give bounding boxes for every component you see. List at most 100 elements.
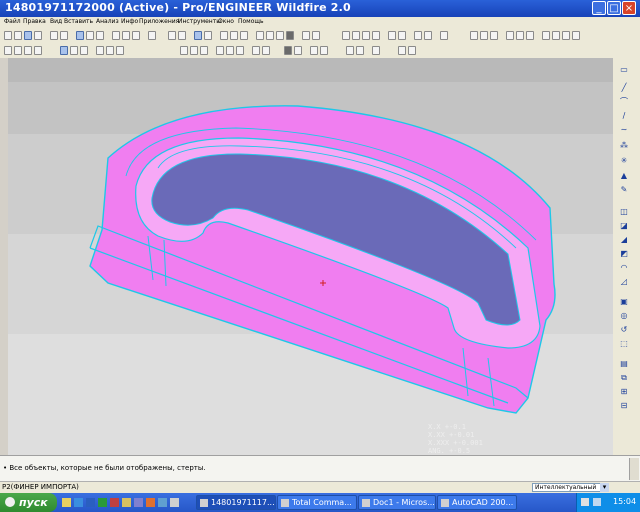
new-file-icon[interactable] [4, 31, 12, 40]
extrude-icon[interactable] [60, 46, 68, 55]
family-table-icon[interactable] [294, 46, 302, 55]
start-button[interactable]: пуск [0, 493, 57, 512]
explorer-icon[interactable] [122, 498, 131, 507]
blend-icon[interactable] [96, 46, 104, 55]
redo-icon[interactable] [60, 31, 68, 40]
mirror-tool-icon[interactable]: ⧉ [618, 372, 630, 383]
maximize-button[interactable]: □ [607, 1, 621, 15]
circle-tool-icon[interactable] [34, 46, 42, 55]
copy-icon[interactable] [86, 31, 94, 40]
menu-info[interactable]: Инфо [121, 18, 138, 25]
revolve-icon[interactable] [70, 46, 78, 55]
part-model[interactable] [8, 58, 613, 455]
saved-views-icon[interactable] [204, 31, 212, 40]
trim-icon[interactable] [262, 46, 270, 55]
rib-tool-icon[interactable]: ◢ [618, 234, 630, 245]
zoom-out-icon[interactable] [230, 31, 238, 40]
sketch-icon[interactable] [4, 46, 12, 55]
model-player-icon[interactable] [398, 46, 406, 55]
excel-icon[interactable] [98, 498, 107, 507]
datum-curve-icon[interactable]: ⌒ [618, 96, 630, 107]
datum-axis-icon[interactable]: ╱ [618, 82, 630, 93]
zoom-in-icon[interactable] [220, 31, 228, 40]
right-view-icon[interactable] [526, 31, 534, 40]
app-icon[interactable] [146, 498, 155, 507]
pan-icon[interactable] [490, 31, 498, 40]
task-proengineer[interactable]: 14801971117... [196, 495, 276, 510]
print-icon[interactable] [34, 31, 42, 40]
volume-icon[interactable] [593, 498, 601, 506]
shell-icon[interactable] [106, 46, 114, 55]
task-total-commander[interactable]: Total Comma... [277, 495, 357, 510]
save-icon[interactable] [24, 31, 32, 40]
line-tool-icon[interactable] [14, 46, 22, 55]
spin-icon[interactable] [398, 31, 406, 40]
menu-edit[interactable]: Правка [23, 18, 46, 25]
paste-icon[interactable] [96, 31, 104, 40]
language-icon[interactable] [581, 498, 589, 506]
select-icon[interactable] [122, 31, 130, 40]
chevron-down-icon[interactable]: ▾ [600, 483, 609, 492]
sketch-curve-icon[interactable]: ∼ [618, 124, 630, 135]
axis-display-icon[interactable] [552, 31, 560, 40]
desktop-icon[interactable] [62, 498, 71, 507]
menu-applications[interactable]: Приложения [139, 18, 179, 25]
close-window-icon[interactable] [356, 46, 364, 55]
orient-icon[interactable] [194, 31, 202, 40]
menu-analysis[interactable]: Анализ [96, 18, 119, 25]
no-hidden-icon[interactable] [276, 31, 284, 40]
browser-icon[interactable] [74, 498, 83, 507]
find-icon[interactable] [112, 31, 120, 40]
extrude-tool-icon[interactable]: ▣ [618, 296, 630, 307]
word-icon[interactable] [86, 498, 95, 507]
datum-axes-icon[interactable] [352, 31, 360, 40]
sweep-tool-icon[interactable]: ↺ [618, 324, 630, 335]
shell-tool-icon[interactable]: ◪ [618, 220, 630, 231]
parameters-icon[interactable] [320, 46, 328, 55]
graphics-window[interactable]: X.X +-0.1 X.XX +-0.01 X.XXX +-0.001 ANG.… [8, 58, 613, 455]
rib-icon[interactable] [216, 46, 224, 55]
csys-display-icon[interactable] [572, 31, 580, 40]
orient-mode-icon[interactable] [424, 31, 432, 40]
pattern-icon[interactable] [226, 46, 234, 55]
measure-icon[interactable] [542, 31, 550, 40]
close-button[interactable]: × [622, 1, 636, 15]
csys-tool-icon[interactable]: ✳ [618, 155, 630, 166]
repaint-icon[interactable] [148, 31, 156, 40]
relations-icon[interactable] [310, 46, 318, 55]
draft-tool-icon[interactable]: ◩ [618, 248, 630, 259]
open-folder-icon[interactable] [14, 31, 22, 40]
menu-insert[interactable]: Вставить [64, 18, 93, 25]
rectangle-tool-icon[interactable] [24, 46, 32, 55]
message-scrollbar[interactable] [629, 458, 639, 480]
wireframe-icon[interactable] [256, 31, 264, 40]
regenerate-icon[interactable] [76, 31, 84, 40]
task-word[interactable]: Doc1 - Micros... [358, 495, 436, 510]
refit-icon[interactable] [240, 31, 248, 40]
minimize-button[interactable]: _ [592, 1, 606, 15]
datum-points-icon[interactable] [362, 31, 370, 40]
left-sash[interactable] [0, 58, 8, 455]
model-tree-icon[interactable] [302, 31, 310, 40]
menu-help[interactable]: Помощь [238, 18, 264, 25]
draft-icon[interactable] [200, 46, 208, 55]
annotations-icon[interactable] [388, 31, 396, 40]
zoom-all-icon[interactable] [480, 31, 488, 40]
undo-icon[interactable] [50, 31, 58, 40]
view-manager-icon[interactable] [414, 31, 422, 40]
menu-tools[interactable]: Инструменты [178, 18, 221, 25]
datum-plane-icon[interactable]: ▭ [618, 64, 630, 75]
grid-icon[interactable] [440, 31, 448, 40]
browser-icon[interactable] [372, 46, 380, 55]
analysis-icon[interactable]: ▲ [618, 170, 630, 181]
datum-point-icon[interactable]: ∕ [618, 110, 630, 121]
front-view-icon[interactable] [506, 31, 514, 40]
zoom-window-icon[interactable] [470, 31, 478, 40]
app-icon[interactable] [170, 498, 179, 507]
menu-file[interactable]: Файл [4, 18, 21, 25]
datum-display-icon[interactable] [168, 31, 176, 40]
menu-view[interactable]: Вид [50, 18, 62, 25]
hidden-line-icon[interactable] [266, 31, 274, 40]
merge-icon[interactable] [252, 46, 260, 55]
pattern-tool-icon[interactable]: ▤ [618, 358, 630, 369]
